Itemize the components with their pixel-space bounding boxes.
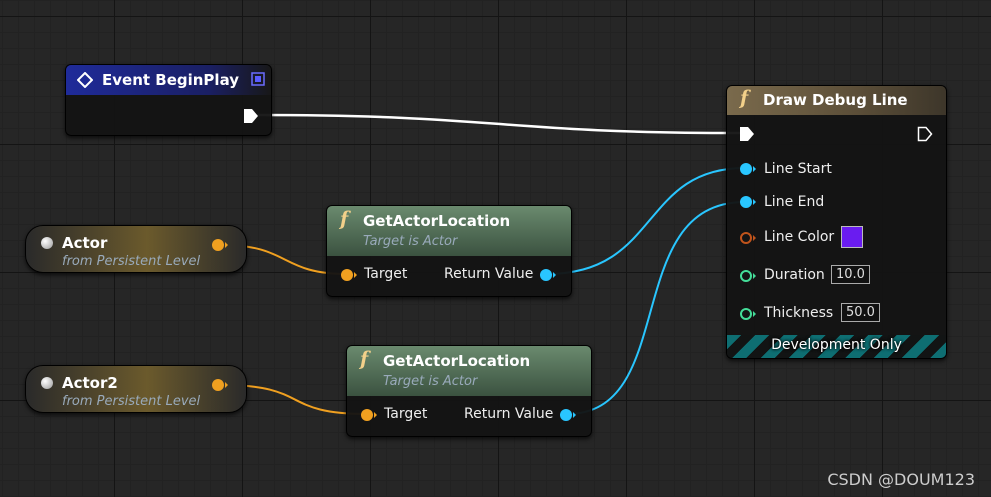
duration-input[interactable]: 10.0 bbox=[831, 265, 870, 284]
function-icon: f bbox=[740, 87, 749, 109]
line-color-label: Line Color bbox=[764, 229, 835, 245]
actor2-node-subtitle: from Persistent Level bbox=[62, 394, 201, 409]
development-only-footer: Development Only bbox=[727, 335, 946, 358]
get-location-header-2: f GetActorLocation Target is Actor bbox=[347, 346, 591, 396]
line-start-label: Line Start bbox=[764, 161, 832, 177]
exec-input-pin[interactable] bbox=[739, 126, 755, 142]
line-color-pin[interactable] bbox=[739, 231, 757, 245]
actor-output-pin[interactable] bbox=[211, 238, 229, 252]
actor-node-name: Actor bbox=[62, 234, 108, 252]
actor-sphere-icon bbox=[41, 237, 53, 249]
exec-wire bbox=[256, 113, 741, 135]
actor-node-subtitle: from Persistent Level bbox=[62, 254, 201, 269]
get-location-subtitle-2: Target is Actor bbox=[383, 374, 478, 389]
draw-debug-line-node[interactable]: f Draw Debug Line Line Start Line End Li… bbox=[726, 85, 947, 359]
return-value-output-pin-2[interactable] bbox=[559, 408, 577, 422]
event-diamond-icon bbox=[77, 72, 93, 88]
actor2-node-name: Actor2 bbox=[62, 374, 118, 392]
event-beginplay-node[interactable]: Event BeginPlay bbox=[65, 64, 272, 136]
exec-output-pin[interactable] bbox=[243, 108, 259, 124]
location-to-line-start-wire bbox=[546, 167, 746, 275]
get-actor-location-node[interactable]: f GetActorLocation Target is Actor Targe… bbox=[326, 205, 572, 297]
draw-debug-line-title: Draw Debug Line bbox=[763, 91, 908, 109]
thickness-label: Thickness bbox=[764, 305, 834, 321]
location-to-line-end-wire bbox=[566, 201, 746, 415]
line-end-pin[interactable] bbox=[739, 195, 757, 209]
function-icon: f bbox=[360, 348, 369, 370]
thickness-pin[interactable] bbox=[739, 307, 757, 321]
event-node-header: Event BeginPlay bbox=[66, 65, 271, 95]
draw-debug-line-header: f Draw Debug Line bbox=[727, 86, 946, 115]
get-location-title: GetActorLocation bbox=[363, 212, 511, 230]
get-location-header: f GetActorLocation Target is Actor bbox=[327, 206, 571, 256]
duration-label: Duration bbox=[764, 267, 825, 283]
actor2-reference-node[interactable]: Actor2 from Persistent Level bbox=[25, 365, 247, 413]
development-only-label: Development Only bbox=[771, 337, 902, 353]
actor-reference-node[interactable]: Actor from Persistent Level bbox=[25, 225, 247, 273]
function-icon: f bbox=[340, 208, 349, 230]
thickness-input[interactable]: 50.0 bbox=[841, 303, 880, 322]
delegate-pin-icon[interactable] bbox=[251, 72, 265, 86]
return-value-pin-label-2: Return Value bbox=[464, 406, 554, 422]
get-location-title-2: GetActorLocation bbox=[383, 352, 531, 370]
duration-pin[interactable] bbox=[739, 269, 757, 283]
exec-output-pin[interactable] bbox=[917, 126, 933, 142]
target-input-pin-2[interactable] bbox=[360, 408, 378, 422]
return-value-pin-label: Return Value bbox=[444, 266, 534, 282]
target-pin-label-2: Target bbox=[384, 406, 428, 422]
target-input-pin[interactable] bbox=[340, 268, 358, 282]
target-pin-label: Target bbox=[364, 266, 408, 282]
line-color-swatch[interactable] bbox=[841, 226, 863, 248]
get-actor-location-node-2[interactable]: f GetActorLocation Target is Actor Targe… bbox=[346, 345, 592, 437]
watermark: CSDN @DOUM123 bbox=[827, 470, 975, 489]
actor2-sphere-icon bbox=[41, 377, 53, 389]
get-location-subtitle: Target is Actor bbox=[363, 234, 458, 249]
return-value-output-pin[interactable] bbox=[539, 268, 557, 282]
line-end-label: Line End bbox=[764, 194, 825, 210]
event-node-title: Event BeginPlay bbox=[102, 71, 240, 89]
actor2-output-pin[interactable] bbox=[211, 378, 229, 392]
line-start-pin[interactable] bbox=[739, 162, 757, 176]
